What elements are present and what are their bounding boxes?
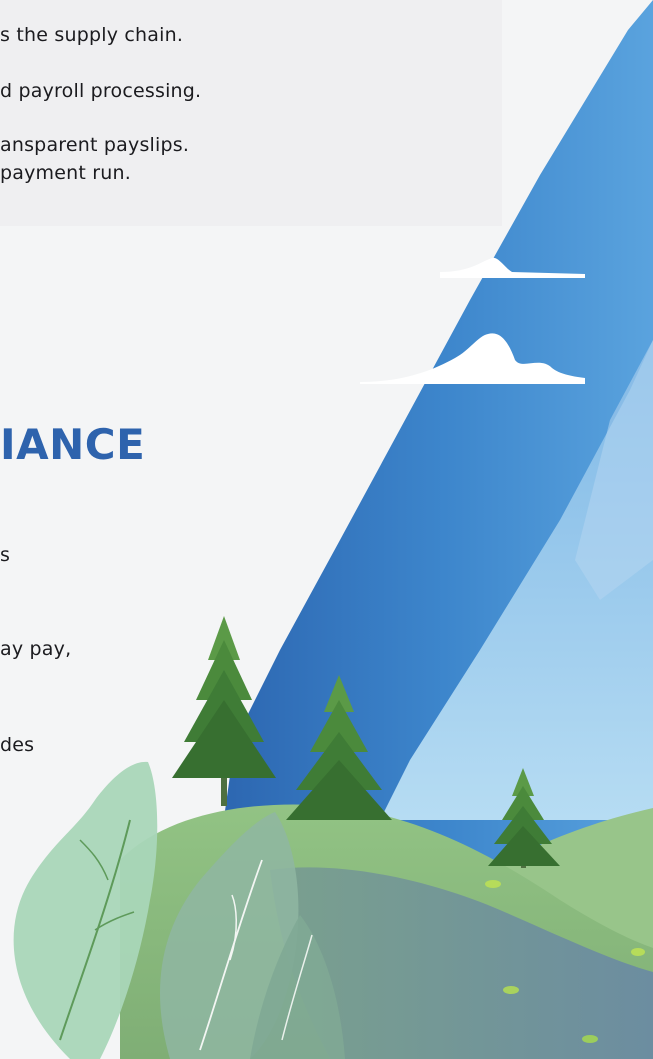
grass-dot <box>582 1035 598 1043</box>
grass-dot <box>631 948 645 956</box>
grass-dot <box>485 880 501 888</box>
mountain-sky-illustration <box>13 0 653 1059</box>
page: s the supply chain. d payroll processing… <box>0 0 653 1059</box>
grass-dot <box>503 986 519 994</box>
